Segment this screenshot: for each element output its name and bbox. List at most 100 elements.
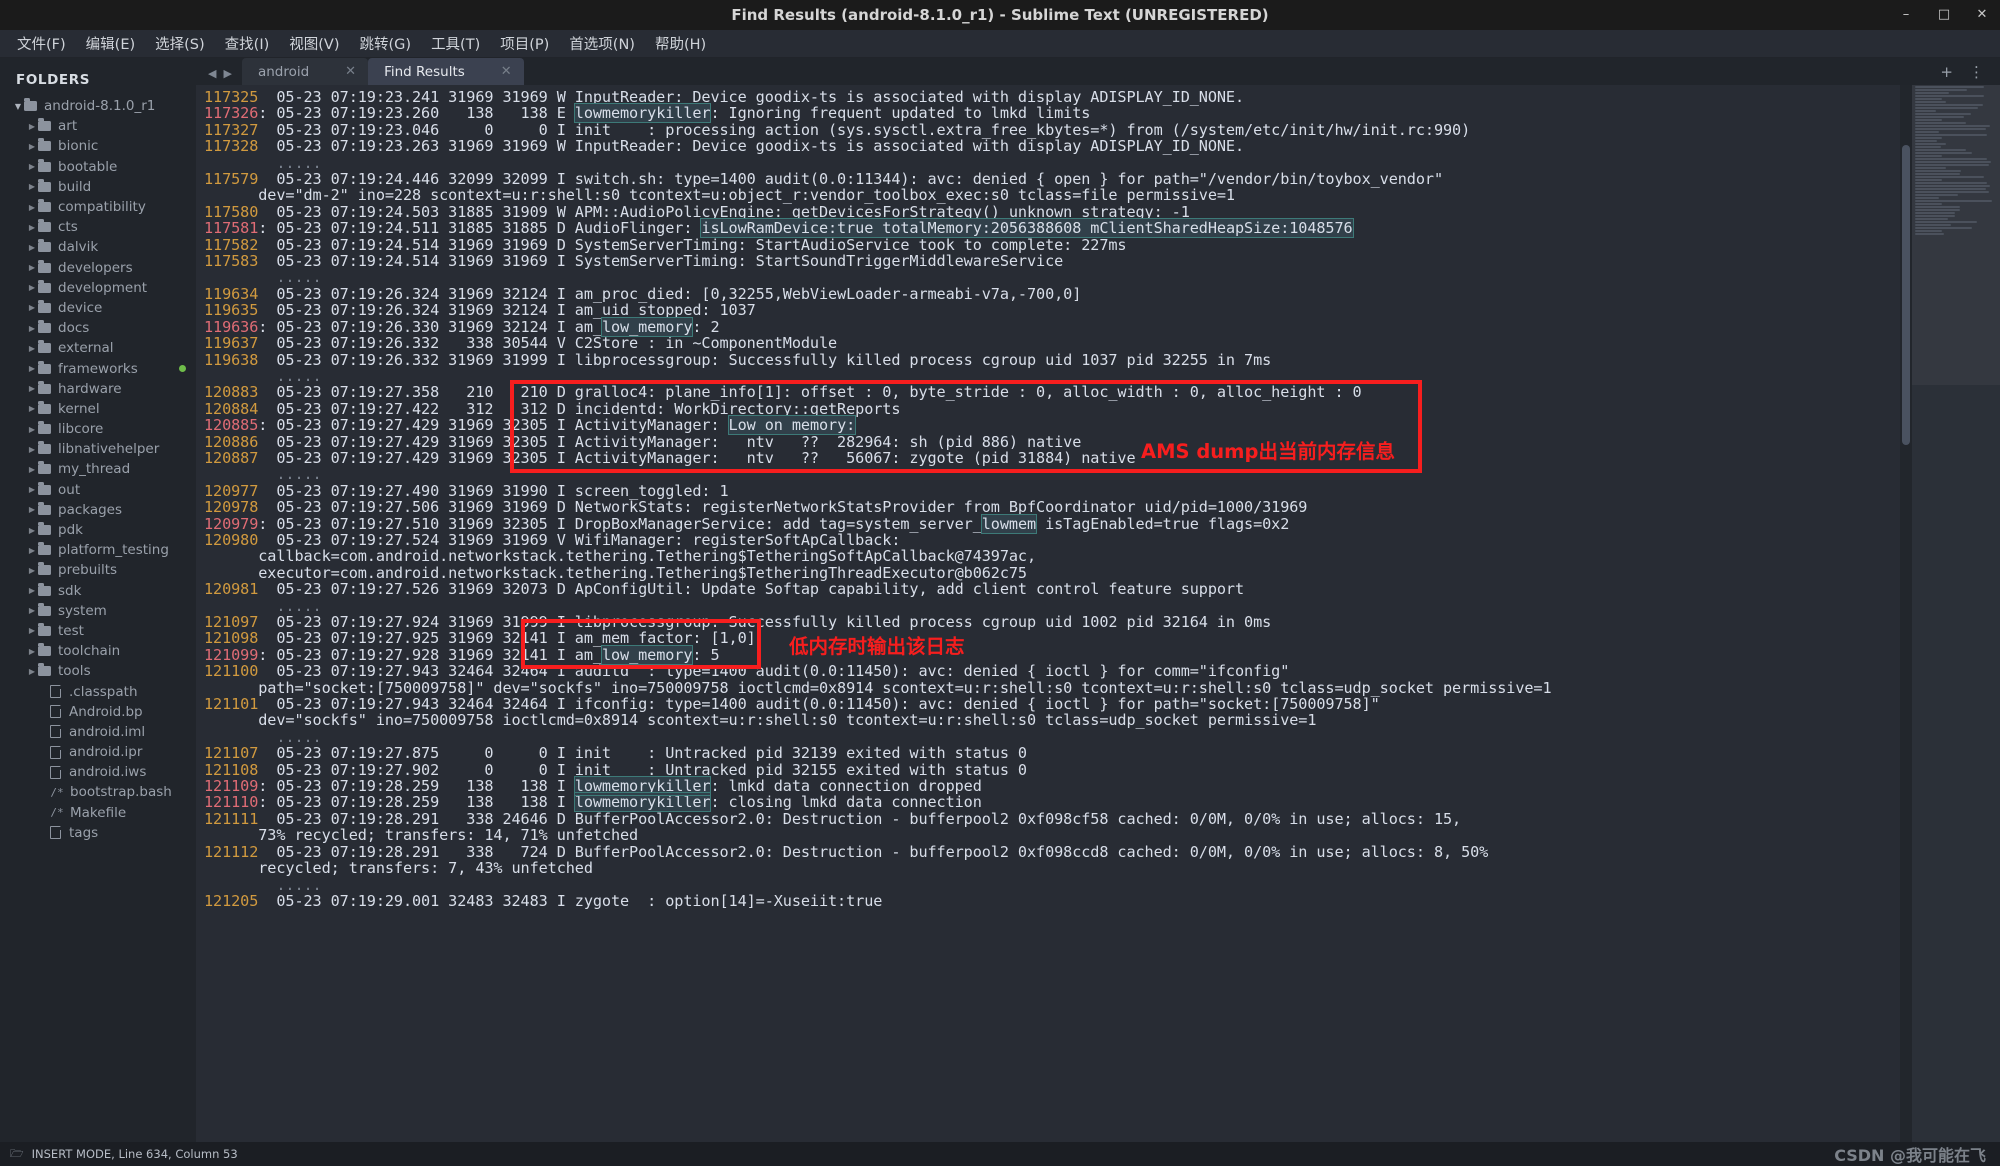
chevron-right-icon[interactable]: ▶ (26, 626, 38, 635)
line-number: 121099 (204, 646, 258, 664)
tree-item-folder[interactable]: ▶external (0, 338, 196, 358)
tree-item-file[interactable]: /*Makefile (0, 803, 196, 823)
tree-item-folder[interactable]: ▶out (0, 480, 196, 500)
tree-item-folder[interactable]: ▶prebuilts (0, 560, 196, 580)
menu-file[interactable]: 文件(F) (8, 30, 75, 57)
tree-item-folder[interactable]: ▶cts (0, 217, 196, 237)
tree-item-file[interactable]: android.iws (0, 762, 196, 782)
tree-item-file[interactable]: /*bootstrap.bash (0, 782, 196, 802)
tree-item-label: Android.bp (69, 704, 143, 720)
tree-item-folder[interactable]: ▶art (0, 116, 196, 136)
chevron-right-icon[interactable]: ▶ (26, 384, 38, 393)
tree-item-folder[interactable]: ▶development (0, 278, 196, 298)
minimize-icon[interactable]: – (1898, 7, 1914, 23)
tree-item-folder[interactable]: ▶sdk (0, 581, 196, 601)
new-tab-icon[interactable]: + (1940, 63, 1953, 81)
tree-item-folder[interactable]: ▶system (0, 601, 196, 621)
chevron-right-icon[interactable]: ▶ (26, 586, 38, 595)
chevron-right-icon[interactable]: ▶ (26, 203, 38, 212)
chevron-right-icon[interactable]: ▶ (26, 404, 38, 413)
chevron-right-icon[interactable]: ▶ (26, 465, 38, 474)
menu-tools[interactable]: 工具(T) (422, 30, 489, 57)
tab-close-icon[interactable]: ✕ (501, 64, 512, 79)
menu-goto[interactable]: 跳转(G) (351, 30, 421, 57)
vertical-scrollbar[interactable] (1900, 85, 1912, 1142)
chevron-right-icon[interactable]: ▶ (26, 606, 38, 615)
chevron-right-icon[interactable]: ▶ (26, 303, 38, 312)
tree-item-folder[interactable]: ▶libcore (0, 419, 196, 439)
chevron-right-icon[interactable]: ▶ (26, 526, 38, 535)
tree-item-file[interactable]: .classpath (0, 681, 196, 701)
tree-item-file[interactable]: tags (0, 823, 196, 843)
tree-item-folder[interactable]: ▶tools (0, 661, 196, 681)
menu-edit[interactable]: 编辑(E) (77, 30, 144, 57)
chevron-right-icon[interactable]: ▶ (26, 667, 38, 676)
chevron-right-icon[interactable]: ▶ (26, 364, 38, 373)
chevron-right-icon[interactable]: ▶ (26, 142, 38, 151)
folder-icon (38, 424, 51, 434)
tree-item-folder[interactable]: ▶pdk (0, 520, 196, 540)
chevron-right-icon[interactable]: ▶ (26, 505, 38, 514)
tree-item-folder[interactable]: ▶libnativehelper (0, 439, 196, 459)
chevron-right-icon[interactable]: ▶ (26, 647, 38, 656)
tree-item-folder[interactable]: ▶docs (0, 318, 196, 338)
menu-view[interactable]: 视图(V) (280, 30, 348, 57)
chevron-right-icon[interactable]: ▶ (26, 223, 38, 232)
minimap[interactable] (1912, 85, 2000, 1142)
chevron-right-icon[interactable]: ▶ (26, 283, 38, 292)
tab-android[interactable]: android✕ (242, 58, 368, 85)
tree-item-folder[interactable]: ▶build (0, 177, 196, 197)
code-scroll-region[interactable]: 117325 05-23 07:19:23.241 31969 31969 W … (196, 85, 1900, 1142)
tree-item-folder[interactable]: ▶frameworks (0, 358, 196, 378)
line-number: 117581 (204, 219, 258, 237)
tab-find-results[interactable]: Find Results✕ (368, 58, 524, 85)
chevron-right-icon[interactable]: ▶ (26, 324, 38, 333)
menu-find[interactable]: 查找(I) (216, 30, 279, 57)
tab-close-icon[interactable]: ✕ (345, 64, 356, 79)
chevron-right-icon[interactable]: ▶ (26, 546, 38, 555)
tree-item-folder[interactable]: ▶platform_testing (0, 540, 196, 560)
chevron-right-icon[interactable]: ▶ (26, 566, 38, 575)
vertical-scrollbar-thumb[interactable] (1902, 145, 1910, 445)
tab-next-icon[interactable]: ▶ (223, 67, 231, 80)
tree-item-folder[interactable]: ▶toolchain (0, 641, 196, 661)
tab-navigation[interactable]: ◀ ▶ (196, 67, 242, 85)
find-results-text[interactable]: 117325 05-23 07:19:23.241 31969 31969 W … (196, 89, 1900, 909)
close-icon[interactable]: ✕ (1974, 7, 1990, 23)
tree-item-folder[interactable]: ▶dalvik (0, 237, 196, 257)
chevron-right-icon[interactable]: ▶ (26, 425, 38, 434)
chevron-right-icon[interactable]: ▶ (26, 243, 38, 252)
chevron-right-icon[interactable]: ▶ (26, 263, 38, 272)
tree-item-file[interactable]: android.iml (0, 722, 196, 742)
menu-project[interactable]: 项目(P) (491, 30, 558, 57)
tree-item-folder[interactable]: ▶device (0, 298, 196, 318)
tree-item-file[interactable]: Android.bp (0, 702, 196, 722)
chevron-right-icon[interactable]: ▶ (26, 344, 38, 353)
maximize-icon[interactable]: □ (1936, 7, 1952, 23)
tree-item-folder[interactable]: ▶bionic (0, 136, 196, 156)
tree-item-folder[interactable]: ▶hardware (0, 379, 196, 399)
tree-item-label: android-8.1.0_r1 (44, 98, 155, 114)
chevron-right-icon[interactable]: ▶ (26, 182, 38, 191)
menu-selection[interactable]: 选择(S) (146, 30, 214, 57)
chevron-right-icon[interactable]: ▶ (26, 122, 38, 131)
chevron-right-icon[interactable]: ▶ (26, 162, 38, 171)
chevron-right-icon[interactable]: ▶ (26, 485, 38, 494)
tree-item-folder[interactable]: ▶test (0, 621, 196, 641)
line-number (204, 465, 258, 483)
tree-item-folder[interactable]: ▶developers (0, 258, 196, 278)
tab-menu-icon[interactable]: ⋮ (1969, 63, 1984, 81)
menu-preferences[interactable]: 首选项(N) (560, 30, 644, 57)
minimap-viewport[interactable] (1912, 85, 2000, 385)
menu-help[interactable]: 帮助(H) (646, 30, 715, 57)
tree-item-folder[interactable]: ▶kernel (0, 399, 196, 419)
tree-item-folder[interactable]: ▶my_thread (0, 459, 196, 479)
chevron-down-icon[interactable]: ▼ (12, 102, 24, 111)
tree-item-folder[interactable]: ▶compatibility (0, 197, 196, 217)
chevron-right-icon[interactable]: ▶ (26, 445, 38, 454)
tree-item-folder[interactable]: ▶packages (0, 500, 196, 520)
tree-item-folder[interactable]: ▶bootable (0, 157, 196, 177)
tab-prev-icon[interactable]: ◀ (208, 67, 216, 80)
tree-item-file[interactable]: android.ipr (0, 742, 196, 762)
tree-item-root[interactable]: ▼ android-8.1.0_r1 (0, 96, 196, 116)
